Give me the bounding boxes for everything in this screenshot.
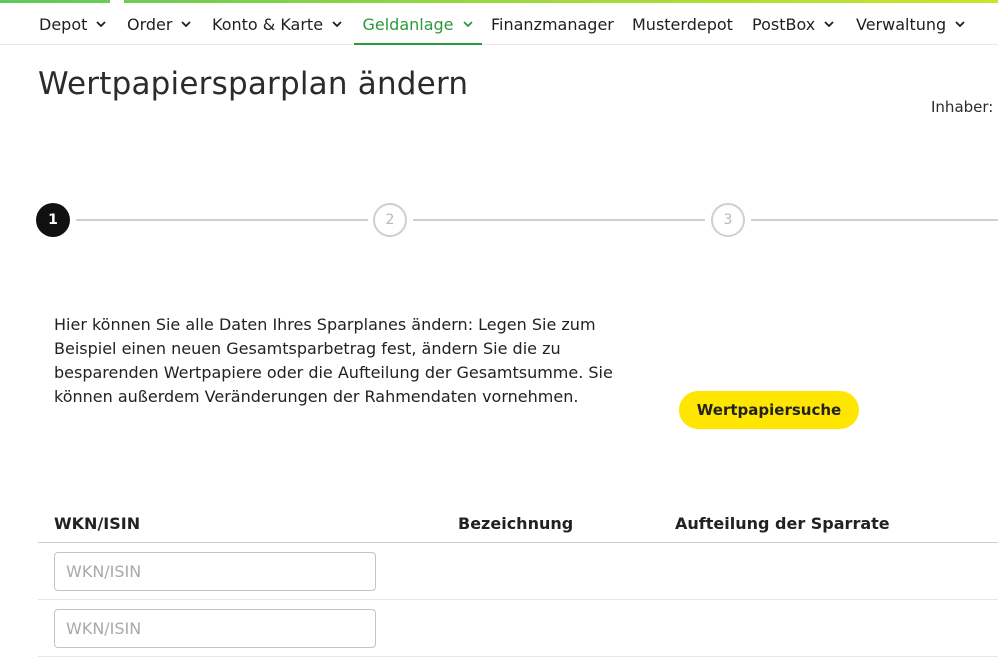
- nav-item-label: Geldanlage: [362, 14, 454, 34]
- nav-item-label: PostBox: [752, 14, 816, 34]
- owner-label: Inhaber:: [931, 98, 994, 116]
- nav-item-label: Depot: [39, 14, 88, 34]
- intro-text: Hier können Sie alle Daten Ihres Sparpla…: [54, 315, 613, 406]
- table-header: WKN/ISIN Bezeichnung Aufteilung der Spar…: [38, 508, 998, 543]
- table-row: [38, 543, 998, 600]
- main-navigation: Depot Order Konto & Karte Geldanlage Fin…: [0, 3, 998, 45]
- chevron-down-icon: [96, 21, 107, 28]
- chevron-down-icon: [824, 21, 834, 28]
- nav-item-label: Finanzmanager: [491, 14, 614, 34]
- step-connector: [751, 219, 998, 221]
- nav-item-geldanlage[interactable]: Geldanlage: [354, 3, 482, 45]
- chevron-down-icon: [332, 21, 342, 28]
- nav-item-label: Musterdepot: [632, 14, 733, 34]
- table-row: [38, 600, 998, 657]
- nav-item-depot[interactable]: Depot: [39, 3, 107, 45]
- step-connector: [413, 219, 705, 221]
- step-connector: [76, 219, 368, 221]
- wkn-input[interactable]: [54, 552, 376, 591]
- step-3: 3: [711, 203, 745, 237]
- chevron-down-icon: [181, 21, 192, 28]
- wkn-input[interactable]: [54, 609, 376, 648]
- progress-stepper: 1 2 3: [0, 200, 998, 240]
- column-header-wkn: WKN/ISIN: [54, 514, 141, 533]
- chevron-down-icon: [462, 21, 473, 28]
- page-title: Wertpapiersparplan ändern: [38, 66, 469, 102]
- column-header-name: Bezeichnung: [458, 514, 574, 533]
- step-1: 1: [36, 203, 70, 237]
- nav-item-label: Verwaltung: [856, 14, 947, 34]
- step-2: 2: [373, 203, 407, 237]
- nav-item-finanzmanager[interactable]: Finanzmanager: [491, 3, 614, 45]
- nav-item-musterdepot[interactable]: Musterdepot: [632, 3, 733, 45]
- column-header-split: Aufteilung der Sparrate: [675, 514, 890, 533]
- nav-item-label: Konto & Karte: [212, 14, 324, 34]
- nav-item-konto-karte[interactable]: Konto & Karte: [212, 3, 343, 45]
- nav-item-order[interactable]: Order: [127, 3, 192, 45]
- nav-item-label: Order: [127, 14, 173, 34]
- chevron-down-icon: [955, 21, 965, 28]
- security-search-button[interactable]: Wertpapiersuche: [679, 391, 859, 429]
- nav-item-verwaltung[interactable]: Verwaltung: [856, 3, 966, 45]
- nav-item-postbox[interactable]: PostBox: [752, 3, 835, 45]
